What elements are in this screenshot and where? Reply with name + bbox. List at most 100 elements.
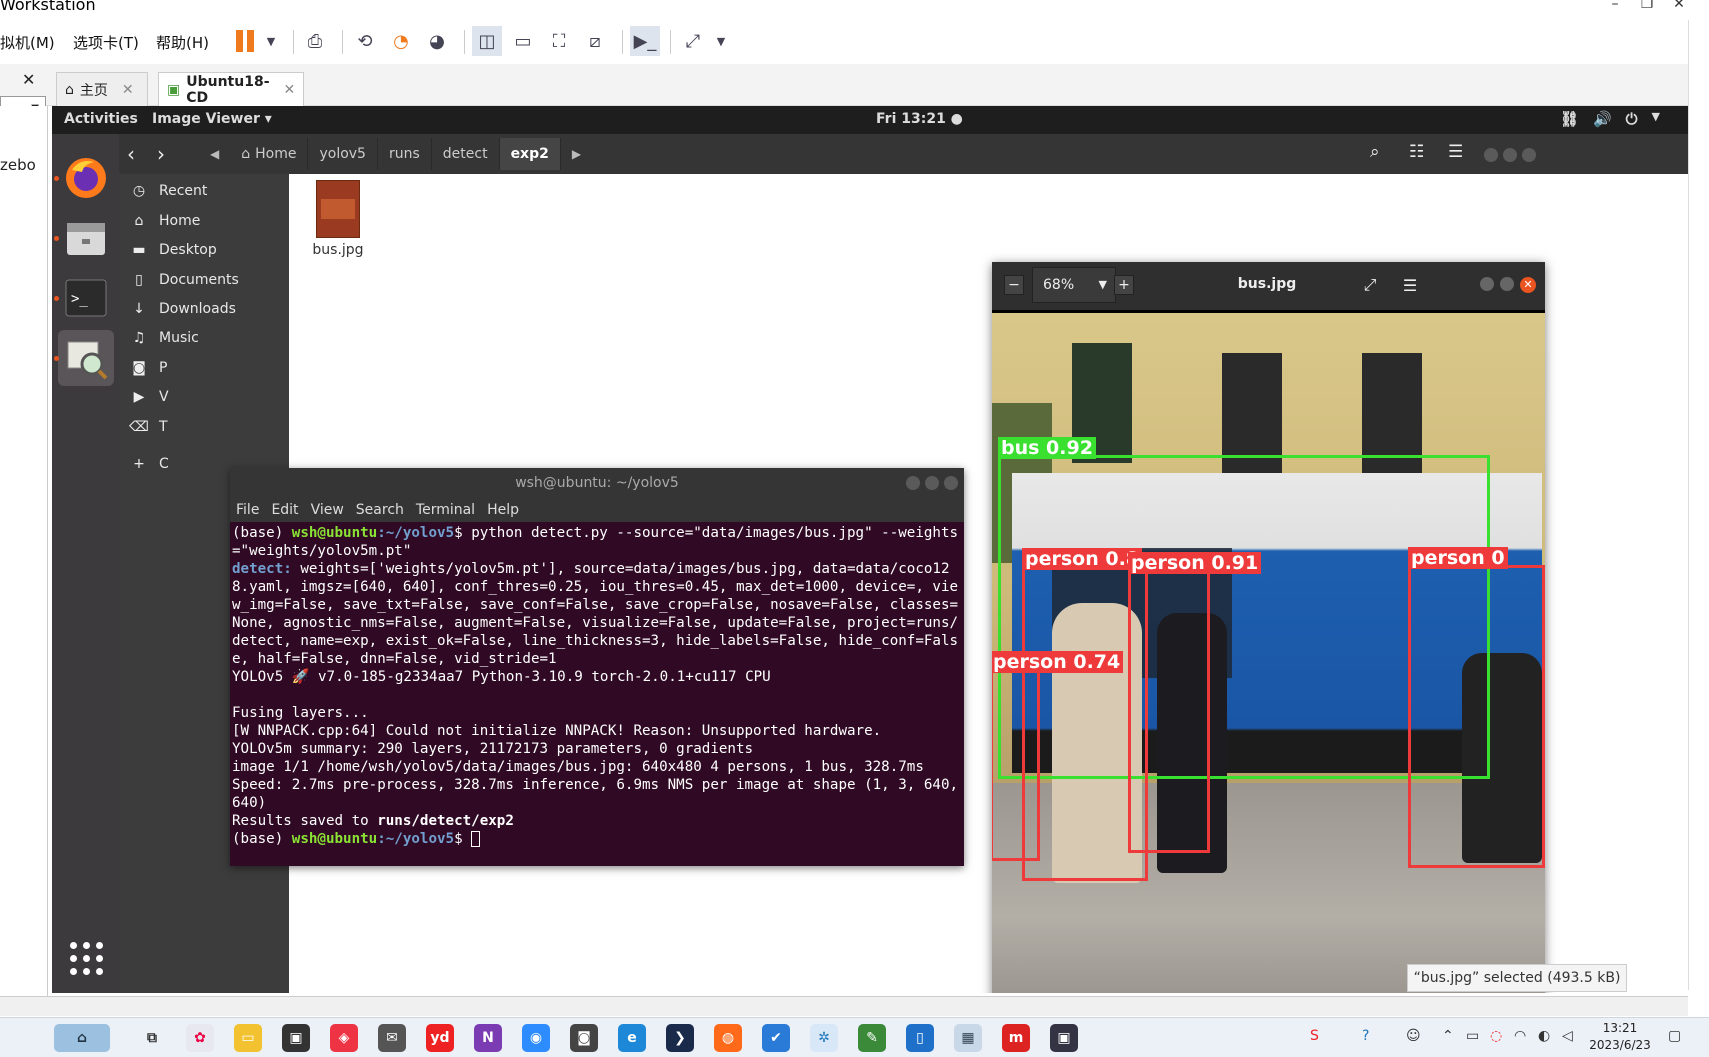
start-icon[interactable]: ⌂: [54, 1024, 110, 1052]
close-icon[interactable]: ✕: [1520, 277, 1536, 293]
image-viewer-window[interactable]: − 68% ▼ + bus.jpg ⤢ ☰ ✕ bus 0.92 person …: [992, 262, 1545, 993]
terminal-menu-terminal[interactable]: Terminal: [416, 502, 475, 518]
notepad-icon[interactable]: ✎: [858, 1024, 886, 1052]
minimize-icon[interactable]: [1480, 277, 1494, 291]
sidebar-item-desktop[interactable]: ▬ Desktop: [119, 235, 289, 264]
search-icon[interactable]: ⌕: [1370, 142, 1380, 162]
snapshot-manager-icon[interactable]: ◕: [422, 26, 452, 56]
input-method-icon[interactable]: S: [1310, 1028, 1319, 1044]
vmware-icon[interactable]: ▣: [1050, 1024, 1078, 1052]
menu-icon[interactable]: ☰: [1400, 275, 1420, 295]
sidebar-item-recent[interactable]: ◷ Recent: [119, 176, 289, 205]
terminal-menu-view[interactable]: View: [311, 502, 344, 518]
app-tray-icon[interactable]: ◌: [1490, 1028, 1502, 1044]
detection-image[interactable]: bus 0.92 person 0.8 person 0.91 person 0…: [992, 313, 1545, 993]
people-icon[interactable]: ☺: [1406, 1028, 1421, 1044]
close-icon[interactable]: [944, 476, 958, 490]
terminal-window[interactable]: wsh@ubuntu: ~/yolov5 File Edit View Sear…: [230, 468, 964, 866]
sidebar-item-downloads[interactable]: ↓ Downloads: [119, 294, 289, 323]
forward-icon[interactable]: ›: [157, 142, 165, 166]
tab-home[interactable]: ⌂ 主页 ✕: [56, 72, 148, 106]
wifi-icon[interactable]: ◠: [1514, 1028, 1526, 1044]
files-icon[interactable]: [58, 210, 114, 266]
restore-icon[interactable]: ❐: [1632, 0, 1662, 12]
menu-vm[interactable]: 拟机(M): [0, 32, 55, 53]
host-vertical-scrollbar[interactable]: [1688, 20, 1709, 990]
volume-icon[interactable]: 🔊: [1593, 110, 1612, 128]
crumb-exp2[interactable]: exp2: [499, 138, 561, 170]
battery-icon[interactable]: ▭: [1466, 1028, 1479, 1044]
menu-help[interactable]: 帮助(H): [156, 32, 209, 53]
minimize-icon[interactable]: –: [1600, 0, 1630, 12]
crumb-detect[interactable]: detect: [432, 138, 500, 170]
snapshot-icon[interactable]: ⟲: [350, 26, 380, 56]
stretch-dropdown-icon[interactable]: ▼: [706, 26, 736, 56]
revert-snapshot-icon[interactable]: ◔: [386, 26, 416, 56]
send-keys-icon[interactable]: ⎙: [300, 26, 330, 56]
app-icon[interactable]: m: [1002, 1024, 1030, 1052]
file-item-bus[interactable]: bus.jpg: [305, 180, 371, 258]
library-view-icon[interactable]: ◫: [472, 26, 502, 56]
sidebar-item-home[interactable]: ⌂ Home: [119, 206, 289, 235]
sidebar-item-music[interactable]: ♫ Music: [119, 323, 289, 352]
vm-display[interactable]: Activities Image Viewer ▾ Fri 13:21 ● ⛓ …: [52, 106, 1688, 993]
app-icon[interactable]: ◈: [330, 1024, 358, 1052]
sidebar-item-trash[interactable]: ⌫ T: [119, 412, 289, 441]
firefox-icon[interactable]: [58, 150, 114, 206]
tray-expand-icon[interactable]: ⌃: [1442, 1028, 1454, 1044]
terminal-icon[interactable]: >_: [58, 270, 114, 326]
camera-icon[interactable]: ◙: [570, 1024, 598, 1052]
terminal-menu-edit[interactable]: Edit: [271, 502, 298, 518]
taskbar-clock[interactable]: 13:21 2023/6/23: [1585, 1020, 1655, 1054]
tab-close-icon[interactable]: ✕: [122, 82, 134, 98]
app-menu[interactable]: Image Viewer ▾: [152, 111, 272, 127]
power-icon[interactable]: ⏻: [1626, 110, 1638, 128]
host-horizontal-scrollbar[interactable]: [0, 996, 1688, 1016]
menu-icon[interactable]: ☰: [1448, 142, 1463, 162]
terminal-output[interactable]: (base) wsh@ubuntu:~/yolov5$ python detec…: [230, 522, 964, 866]
edge-icon[interactable]: e: [618, 1024, 646, 1052]
minimize-icon[interactable]: [906, 476, 920, 490]
zoom-in-icon[interactable]: +: [1114, 275, 1134, 295]
volume-icon[interactable]: ◁: [1562, 1028, 1573, 1044]
network-icon[interactable]: ⛓: [1560, 110, 1579, 128]
task-view-icon[interactable]: ⧉: [138, 1024, 166, 1052]
maximize-icon[interactable]: [1500, 277, 1514, 291]
app-icon[interactable]: ✔: [762, 1024, 790, 1052]
path-right-arrow-icon[interactable]: ▶: [561, 138, 592, 170]
terminal-menu-file[interactable]: File: [236, 502, 259, 518]
pause-icon[interactable]: [236, 30, 256, 52]
terminal-menu-help[interactable]: Help: [487, 502, 519, 518]
zoom-icon[interactable]: ◉: [522, 1024, 550, 1052]
minimize-icon[interactable]: [1484, 148, 1498, 162]
menu-tabs[interactable]: 选项卡(T): [73, 32, 139, 53]
app-icon[interactable]: ▦: [954, 1024, 982, 1052]
help-icon[interactable]: ?: [1362, 1028, 1369, 1044]
zoom-out-icon[interactable]: −: [1004, 275, 1024, 295]
view-options-icon[interactable]: ☷: [1409, 142, 1424, 162]
firefox-icon[interactable]: ◍: [714, 1024, 742, 1052]
crumb-yolov5[interactable]: yolov5: [308, 138, 378, 170]
fullscreen-icon[interactable]: ⤢: [1360, 275, 1380, 295]
app-icon[interactable]: ✲: [810, 1024, 838, 1052]
library-item-text[interactable]: zebo: [0, 156, 36, 174]
system-menu-chevron-icon[interactable]: ▼: [1652, 110, 1660, 128]
sidebar-item-documents[interactable]: ▯ Documents: [119, 265, 289, 294]
tab-ubuntu[interactable]: ▣ Ubuntu18-CD ✕: [158, 72, 304, 106]
pause-dropdown-icon[interactable]: ▼: [256, 26, 286, 56]
back-icon[interactable]: ‹: [127, 142, 135, 166]
thumbnail-view-icon[interactable]: ▭: [508, 26, 538, 56]
stretch-icon[interactable]: ⤢: [678, 26, 708, 56]
qq-icon[interactable]: ◐: [1538, 1028, 1550, 1044]
zoom-select[interactable]: 68% ▼: [1032, 267, 1116, 303]
close-icon[interactable]: ✕: [1664, 0, 1694, 12]
sidebar-item-pictures[interactable]: ◙ P: [119, 353, 289, 382]
clock[interactable]: Fri 13:21 ●: [876, 111, 963, 127]
show-applications-icon[interactable]: [70, 942, 103, 975]
app-icon[interactable]: ▯: [906, 1024, 934, 1052]
fullscreen-icon[interactable]: ⛶: [544, 26, 574, 56]
close-icon[interactable]: [1522, 148, 1536, 162]
image-viewer-icon[interactable]: [58, 330, 114, 386]
crumb-runs[interactable]: runs: [378, 138, 432, 170]
store-icon[interactable]: ▣: [282, 1024, 310, 1052]
